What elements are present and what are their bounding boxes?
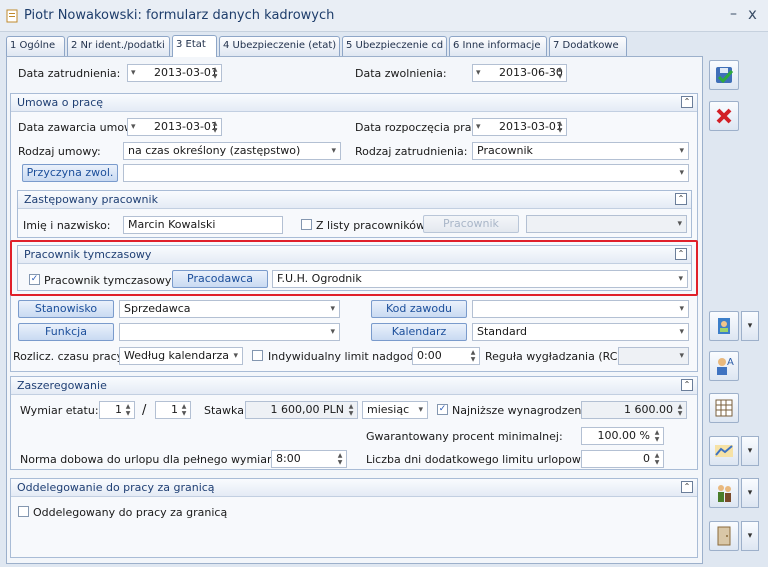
release-date-label: Data zwolnienia:	[355, 67, 447, 80]
contract-section-title: Umowa o pracę	[17, 96, 104, 109]
highlight-frame	[10, 240, 698, 296]
save-button[interactable]	[709, 60, 739, 90]
abroad-checkbox[interactable]	[18, 506, 29, 517]
release-date-field[interactable]: ▾ 2013-06-30 ▲ ▼	[472, 64, 567, 82]
smoothing-rule-select[interactable]	[618, 347, 689, 365]
min-wage-label: Najniższe wynagrodzenie	[452, 404, 592, 417]
cancel-icon	[716, 108, 732, 124]
tab-etat[interactable]: 3 Etat	[172, 35, 217, 57]
form-icon	[6, 9, 18, 23]
contact-card-icon	[718, 318, 730, 334]
rate-label: Stawka:	[204, 404, 248, 417]
collapse-replaced-icon[interactable]: ⌃	[675, 193, 687, 205]
table-icon	[715, 399, 733, 417]
table-view-button[interactable]	[709, 393, 739, 423]
worktime-select[interactable]: Według kalendarza	[119, 347, 243, 365]
replaced-name-field[interactable]: Marcin Kowalski	[123, 216, 283, 234]
abroad-section-title: Oddelegowanie do pracy za granicą	[17, 481, 215, 494]
cancel-button[interactable]	[709, 101, 739, 131]
job-code-button[interactable]: Kod zawodu	[371, 300, 467, 318]
worker-select[interactable]	[526, 215, 687, 233]
contract-type-label: Rodzaj umowy:	[18, 145, 101, 158]
min-percent-field[interactable]: 100.00 % ▲ ▼	[581, 427, 664, 445]
tab-ubezpieczenie-cd[interactable]: 5 Ubezpieczenie cd	[342, 36, 447, 56]
people-button[interactable]	[709, 478, 739, 508]
position-select[interactable]: Sprzedawca	[119, 300, 340, 318]
function-select[interactable]	[119, 323, 340, 341]
fte-label: Wymiar etatu:	[20, 404, 99, 417]
min-wage-field[interactable]: 1 600.00 ▲ ▼	[581, 401, 687, 419]
contract-type-select[interactable]: na czas określony (zastępstwo)	[123, 142, 341, 160]
door-icon	[717, 526, 731, 546]
door-exit-button[interactable]	[709, 521, 739, 551]
user-info-button[interactable]: A	[709, 351, 739, 381]
from-list-label: Z listy pracowników	[316, 219, 425, 232]
people-icon	[718, 485, 731, 502]
rate-field[interactable]: 1 600,00 PLN ▲ ▼	[245, 401, 358, 419]
individual-limit-field[interactable]: 0:00 ▲ ▼	[412, 347, 480, 365]
calendar-select[interactable]: Standard	[472, 323, 689, 341]
fte-denominator-field[interactable]: 1 ▲ ▼	[155, 401, 191, 419]
title-bar: Piotr Nowakowski: formularz danych kadro…	[0, 0, 768, 32]
tab-nr-ident[interactable]: 2 Nr ident./podatki	[67, 36, 170, 56]
start-date-label: Data rozpoczęcia pracy:	[355, 121, 487, 134]
chart-dropdown[interactable]: ▾	[741, 436, 759, 466]
hire-date-label: Data zatrudnienia:	[18, 67, 121, 80]
min-percent-label: Gwarantowany procent minimalnej:	[366, 430, 563, 443]
hire-date-field[interactable]: ▾ 2013-03-01 ▲ ▼	[127, 64, 222, 82]
vacation-norm-field[interactable]: 8:00 ▲ ▼	[271, 450, 347, 468]
reason-button[interactable]: Przyczyna zwol.	[22, 164, 118, 182]
chart-icon	[715, 445, 733, 457]
door-exit-dropdown[interactable]: ▾	[741, 521, 759, 551]
reason-select[interactable]	[123, 164, 689, 182]
collapse-contract-icon[interactable]: ⌃	[681, 96, 693, 108]
job-code-select[interactable]	[472, 300, 689, 318]
user-info-icon: A	[717, 357, 734, 375]
pay-section-title: Zaszeregowanie	[17, 379, 107, 392]
function-button[interactable]: Funkcja	[18, 323, 114, 341]
fte-numerator-field[interactable]: 1 ▲ ▼	[99, 401, 135, 419]
collapse-pay-icon[interactable]: ⌃	[681, 379, 693, 391]
replaced-name-label: Imię i nazwisko:	[23, 219, 111, 232]
tab-dodatkowe[interactable]: 7 Dodatkowe	[549, 36, 627, 56]
minimize-button[interactable]: –	[730, 6, 737, 22]
individual-limit-label: Indywidualny limit nadgodzin:	[268, 350, 434, 363]
save-icon	[716, 67, 734, 84]
sign-date-label: Data zawarcia umowy:	[18, 121, 143, 134]
worktime-label: Rozlicz. czasu pracy:	[13, 350, 127, 363]
start-date-field[interactable]: ▾ 2013-03-01 ▲ ▼	[472, 118, 567, 136]
contact-card-button[interactable]	[709, 311, 739, 341]
extra-days-field[interactable]: 0 ▲ ▼	[581, 450, 664, 468]
worker-button[interactable]: Pracownik	[423, 215, 519, 233]
individual-limit-checkbox[interactable]	[252, 350, 263, 361]
tab-ogolne[interactable]: 1 Ogólne	[6, 36, 65, 56]
contact-card-dropdown[interactable]: ▾	[741, 311, 759, 341]
rate-period-select[interactable]: miesiąc	[362, 401, 428, 419]
calendar-button[interactable]: Kalendarz	[371, 323, 467, 341]
min-wage-checkbox[interactable]: ✓	[437, 404, 448, 415]
employment-type-label: Rodzaj zatrudnienia:	[355, 145, 468, 158]
extra-days-label: Liczba dni dodatkowego limitu urlopowego…	[366, 453, 606, 466]
replaced-section-title: Zastępowany pracownik	[24, 193, 158, 206]
svg-text:A: A	[727, 357, 734, 368]
position-button[interactable]: Stanowisko	[18, 300, 114, 318]
close-window-button[interactable]: x	[748, 5, 757, 23]
tab-ubezpieczenie-etat[interactable]: 4 Ubezpieczenie (etat)	[219, 36, 340, 56]
people-dropdown[interactable]: ▾	[741, 478, 759, 508]
window-title: Piotr Nowakowski: formularz danych kadro…	[24, 8, 335, 23]
tab-inne-informacje[interactable]: 6 Inne informacje	[449, 36, 547, 56]
from-list-checkbox[interactable]	[301, 219, 312, 230]
chart-button[interactable]	[709, 436, 739, 466]
collapse-abroad-icon[interactable]: ⌃	[681, 481, 693, 493]
smoothing-rule-label: Reguła wygładzania (RCP):	[485, 350, 633, 363]
employment-type-select[interactable]: Pracownik	[472, 142, 689, 160]
abroad-checkbox-label: Oddelegowany do pracy za granicą	[33, 506, 228, 519]
fte-separator: /	[142, 403, 147, 418]
sign-date-field[interactable]: ▾ 2013-03-01 ▲ ▼	[127, 118, 222, 136]
